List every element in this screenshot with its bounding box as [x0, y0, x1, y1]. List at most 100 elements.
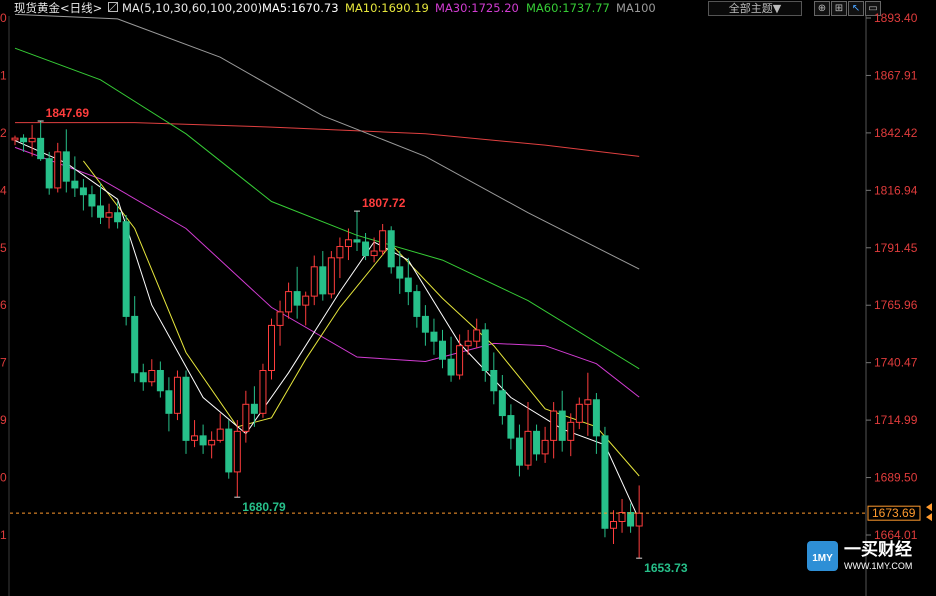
candle-up	[302, 295, 310, 306]
candle-up	[473, 329, 481, 342]
candle-up	[379, 230, 387, 252]
left-axis-label: 7	[0, 356, 7, 370]
candle-up	[635, 512, 643, 527]
candle-up	[285, 291, 293, 313]
candle-up	[344, 239, 352, 248]
candle-down	[293, 291, 301, 306]
candle-up	[584, 399, 592, 405]
candle-up	[276, 311, 284, 326]
candle-down	[490, 369, 498, 392]
left-axis-label: 0	[0, 11, 7, 25]
candle-down	[481, 329, 489, 371]
candle-up	[54, 151, 62, 189]
left-axis-label: 9	[0, 413, 7, 427]
candle-down	[601, 435, 609, 529]
candle-down	[592, 399, 600, 437]
y-tick-label: 1842.42	[874, 126, 918, 140]
candle-down	[131, 315, 139, 374]
candle-up	[11, 137, 19, 141]
candle-down	[37, 137, 45, 160]
candle-up	[216, 428, 224, 441]
candle-up	[327, 257, 335, 295]
candle-down	[430, 331, 438, 342]
y-tick-label: 1816.94	[874, 183, 918, 197]
watermark-logo: 1MY 一买财经 WWW.1MY.COM	[806, 538, 932, 578]
high-label: 1807.72	[362, 196, 406, 210]
left-axis-label: 4	[0, 183, 7, 197]
candle-up	[610, 520, 617, 529]
candle-down	[20, 137, 28, 143]
candle-up	[173, 376, 181, 414]
candlestick-chart[interactable]: 1893.40 1867.91 1842.42 1816.94 1791.45 1765.…	[0, 0, 936, 596]
y-tick-label: 1765.96	[874, 298, 918, 312]
candle-down	[404, 277, 412, 293]
candle-up	[28, 137, 36, 143]
ma30-line	[14, 146, 640, 398]
candle-down	[396, 266, 404, 279]
candle-up	[575, 403, 583, 423]
logo-brand-text: 一买财经	[844, 539, 912, 560]
candle-down	[122, 221, 130, 317]
logo-url-text: WWW.1MY.COM	[844, 561, 912, 571]
price-marker-icon	[926, 513, 932, 522]
ma200-line	[15, 122, 640, 157]
candle-down	[387, 230, 395, 268]
y-tick-label: 1689.50	[874, 471, 918, 485]
left-axis-label: 1	[0, 528, 7, 542]
candle-up	[105, 212, 113, 218]
candle-down	[182, 376, 190, 441]
candle-down	[165, 390, 173, 414]
candle-down	[114, 212, 122, 223]
left-axis-label: 1	[0, 68, 7, 82]
candle-down	[515, 437, 523, 466]
candle-down	[79, 187, 87, 196]
left-axis-label: 0	[0, 471, 7, 485]
y-tick-label: 1714.99	[874, 413, 918, 427]
candle-up	[567, 421, 575, 441]
logo-badge-text: 1MY	[812, 553, 833, 564]
candle-down	[319, 266, 327, 295]
low-label: 1680.79	[242, 500, 286, 514]
candle-up	[233, 430, 241, 473]
candle-up	[191, 435, 199, 441]
candle-up	[370, 250, 378, 257]
candle-down	[558, 410, 566, 441]
candle-down	[507, 415, 515, 439]
high-label: 1847.69	[46, 106, 90, 120]
candle-down	[413, 291, 421, 317]
left-axis-label: 6	[0, 298, 7, 312]
candle-up	[541, 439, 549, 455]
ma100-line	[14, 13, 640, 270]
left-axis-label: 2	[0, 126, 7, 140]
candle-down	[447, 358, 455, 376]
candle-down	[71, 180, 79, 189]
candle-up	[148, 369, 156, 383]
candle-up	[456, 345, 464, 376]
candle-down	[199, 435, 207, 446]
candle-up	[550, 410, 558, 441]
y-tick-label: 1791.45	[874, 241, 918, 255]
candle-up	[259, 369, 267, 414]
price-marker-icon	[926, 503, 932, 512]
low-label: 1653.73	[644, 561, 688, 575]
candle-up	[464, 340, 472, 347]
candle-down	[139, 372, 147, 383]
candle-up	[336, 246, 344, 259]
candle-down	[353, 239, 361, 243]
candle-down	[225, 428, 233, 473]
candle-down	[156, 369, 164, 392]
current-price-label: 1673.69	[872, 506, 916, 520]
y-tick-label: 1893.40	[874, 11, 918, 25]
left-axis-label: 5	[0, 241, 7, 255]
candle-down	[88, 194, 96, 207]
candle-down	[439, 340, 446, 360]
candle-up	[242, 403, 250, 432]
candle-up	[618, 511, 626, 522]
candle-down	[62, 151, 70, 182]
candle-down	[421, 315, 429, 333]
candle-up	[524, 430, 532, 466]
candle-up	[310, 266, 318, 297]
ma5-line	[14, 140, 640, 521]
candle-down	[533, 430, 541, 455]
candle-down	[97, 205, 104, 218]
